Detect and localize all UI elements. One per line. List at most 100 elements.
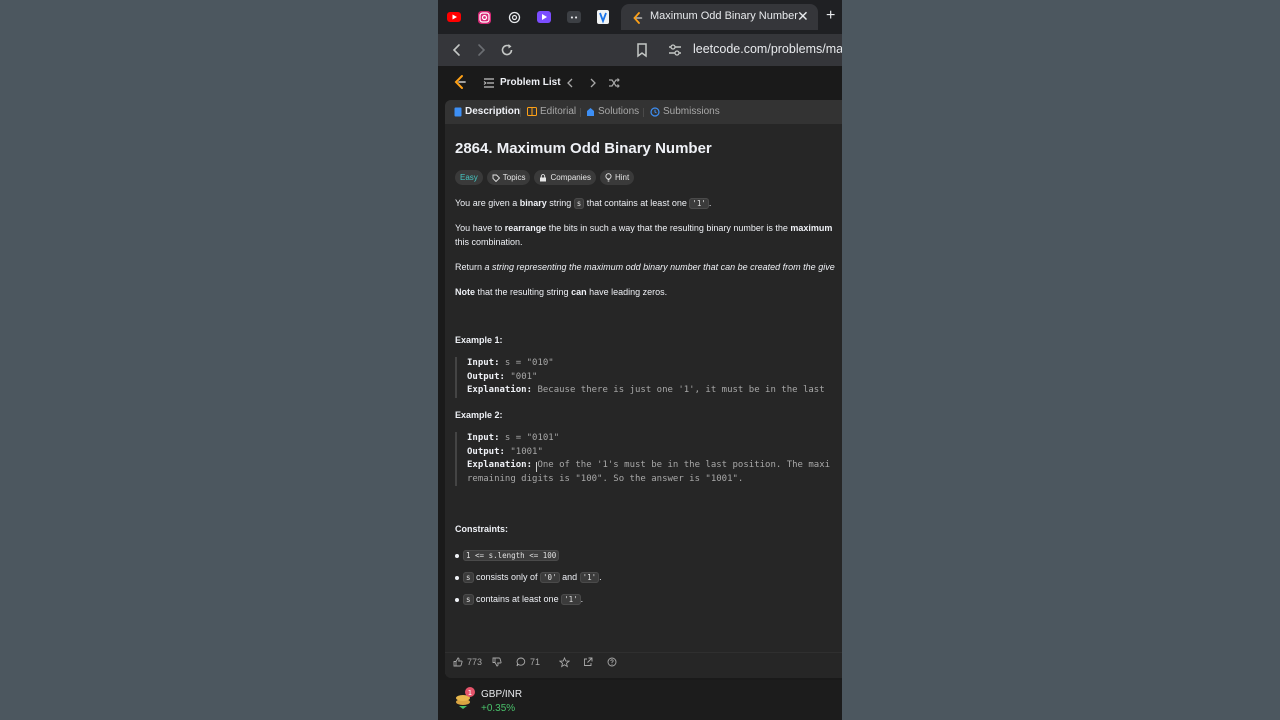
tab-editorial[interactable]: Editorial <box>527 106 576 117</box>
thumbs-down-icon <box>492 657 502 667</box>
companies-tag[interactable]: Companies <box>534 170 596 185</box>
constraints-heading: Constraints: <box>455 524 509 534</box>
text-cursor <box>536 462 537 472</box>
reload-icon[interactable] <box>499 42 515 63</box>
explanation-label: Explanation: <box>467 385 533 395</box>
share-button[interactable] <box>583 657 593 667</box>
problem-title: 2864. Maximum Odd Binary Number <box>455 140 712 157</box>
browser-toolbar: leetcode.com/problems/max <box>438 34 842 66</box>
italic-text: a string representing the maximum odd bi… <box>484 262 835 272</box>
tab-active[interactable]: Maximum Odd Binary Number ✕ <box>621 4 818 30</box>
text-span: that contains at least one <box>584 198 690 208</box>
tab-solutions-label: Solutions <box>598 106 640 117</box>
constraint-2: s consists only of '0' and '1'. <box>455 570 602 585</box>
dislike-button[interactable] <box>492 657 502 667</box>
description-paragraph-4: Note that the resulting string can have … <box>455 285 667 299</box>
description-paragraph-1: You are given a binary string s that con… <box>455 196 711 211</box>
description-paragraph-3: Return a string representing the maximum… <box>455 260 835 274</box>
text-span: You are given a <box>455 198 520 208</box>
inline-code: s <box>463 594 474 605</box>
history-icon <box>650 106 660 117</box>
input-label: Input: <box>467 433 500 443</box>
bookmark-icon[interactable] <box>636 42 648 63</box>
text-span: the bits in such a way that the resultin… <box>546 223 791 233</box>
explanation-text: Because there is just one '1', it must b… <box>532 385 825 395</box>
tab-submissions-label: Submissions <box>663 106 720 117</box>
game-icon[interactable]: •• <box>565 8 583 26</box>
like-count: 773 <box>467 657 483 667</box>
inline-code: s <box>573 198 585 209</box>
text-span: that the resulting string <box>475 287 572 297</box>
companies-label: Companies <box>550 173 591 182</box>
instagram-icon[interactable] <box>475 8 493 26</box>
comments-button[interactable]: 71 <box>516 657 540 667</box>
example-1-heading: Example 1: <box>455 335 503 345</box>
explanation-text: One of the '1's must be in the last posi… <box>532 460 831 470</box>
topics-tag[interactable]: Topics <box>486 170 531 185</box>
favorite-button[interactable] <box>559 657 570 668</box>
lightbulb-icon <box>605 173 612 182</box>
tab-strip: •• Maximum Odd Binary Number ✕ + <box>438 0 842 34</box>
video-icon[interactable] <box>535 8 553 26</box>
problem-list-icon[interactable] <box>483 76 495 94</box>
vercel-icon[interactable] <box>594 8 612 26</box>
leetcode-favicon-icon <box>632 11 643 29</box>
next-problem-icon[interactable] <box>588 76 598 94</box>
ticker-change: +0.35% <box>481 703 516 714</box>
inline-code: '1' <box>561 594 581 605</box>
constraint-1: 1 <= s.length <= 100 <box>455 548 560 563</box>
bold-text: maximum <box>790 223 833 233</box>
tab-description[interactable]: Description <box>454 106 520 117</box>
prev-problem-icon[interactable] <box>565 76 575 94</box>
tab-solutions[interactable]: Solutions <box>586 106 639 117</box>
openai-icon[interactable] <box>505 8 523 26</box>
description-panel: Description Editorial Solutions Submissi… <box>445 100 842 678</box>
hint-tag[interactable]: Hint <box>599 170 635 185</box>
inline-code: '1' <box>579 572 600 583</box>
new-tab-icon[interactable]: + <box>826 7 835 25</box>
panel-tabs: Description Editorial Solutions Submissi… <box>445 100 842 124</box>
help-button[interactable] <box>607 657 617 667</box>
text-span: and <box>559 572 580 582</box>
forward-icon[interactable] <box>474 42 488 63</box>
coins-icon: 1 <box>456 687 475 709</box>
output-label: Output: <box>467 446 505 457</box>
back-icon[interactable] <box>450 42 464 63</box>
lock-icon <box>540 173 547 181</box>
output-value: "1001" <box>504 446 543 457</box>
youtube-icon[interactable] <box>445 8 463 26</box>
tab-title: Maximum Odd Binary Number <box>650 10 798 22</box>
stock-ticker-widget[interactable]: 1 GBP/INR +0.35% <box>438 680 842 720</box>
tag-icon <box>492 174 500 182</box>
site-settings-icon[interactable] <box>668 42 682 63</box>
like-button[interactable]: 773 <box>453 657 482 667</box>
problem-tags: Easy Topics Companies Hint <box>455 170 635 185</box>
text-span: Return <box>455 262 485 272</box>
input-label: Input: <box>467 358 500 368</box>
tab-submissions[interactable]: Submissions <box>650 106 720 117</box>
difficulty-badge: Easy <box>455 170 483 185</box>
text-span: . <box>708 198 712 208</box>
tab-description-label: Description <box>465 106 521 117</box>
close-icon[interactable]: ✕ <box>797 8 809 24</box>
text-span: contains at least one <box>473 594 562 604</box>
bold-text: rearrange <box>504 223 547 233</box>
inline-code: s <box>463 572 474 583</box>
editorial-icon <box>527 107 537 116</box>
address-bar[interactable]: leetcode.com/problems/max <box>693 42 842 56</box>
leetcode-logo-icon[interactable] <box>453 74 467 95</box>
star-icon <box>559 657 570 668</box>
ticker-badge: 1 <box>468 689 472 697</box>
example-2-block: Input: s = "0101" Output: "1001" Explana… <box>455 432 830 486</box>
explanation-label: Explanation: <box>467 460 533 470</box>
thumbs-up-icon <box>453 657 463 667</box>
text-span: . <box>580 594 584 604</box>
text-span: consists only of <box>473 572 541 582</box>
tab-divider <box>580 108 581 117</box>
inline-code: '1' <box>689 198 709 209</box>
problem-list-link[interactable]: Problem List <box>500 77 561 88</box>
shuffle-icon[interactable] <box>608 76 620 94</box>
inline-code: 1 <= s.length <= 100 <box>463 550 560 561</box>
inline-code: '0' <box>540 572 560 583</box>
description-paragraph-2: You have to rearrange the bits in such a… <box>455 221 832 249</box>
